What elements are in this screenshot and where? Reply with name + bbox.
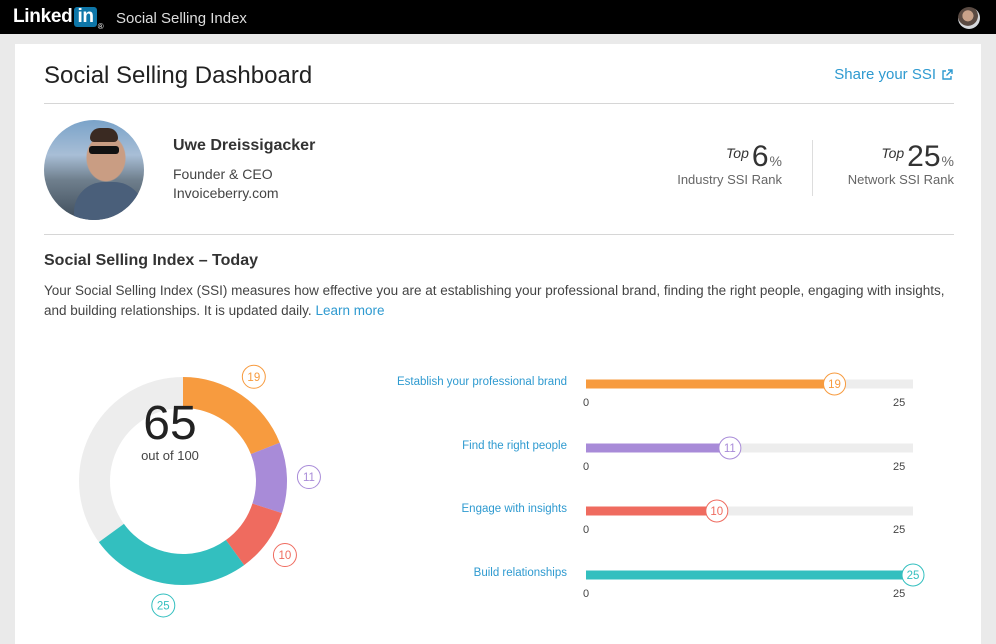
rank-value: 6: [751, 140, 769, 173]
axis-min-label: 0: [583, 588, 590, 600]
profile-name[interactable]: Uwe Dreissigacker: [173, 137, 315, 155]
rank-prefix: Top: [881, 145, 905, 161]
industry-rank: Top 6 % Industry SSI Rank: [677, 140, 782, 187]
bar-category-label[interactable]: Find the right people: [367, 440, 567, 452]
axis-min-label: 0: [583, 524, 590, 536]
description-text: Your Social Selling Index (SSI) measures…: [44, 283, 945, 318]
linkedin-logo[interactable]: Linked in ®: [13, 6, 104, 37]
rank-unit: %: [769, 153, 782, 169]
bar-category-label[interactable]: Establish your professional brand: [367, 376, 567, 388]
top-bar: Linked in ® Social Selling Index: [0, 0, 996, 34]
network-rank: Top 25 % Network SSI Rank: [848, 140, 954, 187]
rank-value: 25: [907, 140, 941, 173]
page-title: Social Selling Dashboard: [44, 62, 313, 89]
share-label: Share your SSI: [834, 66, 936, 83]
divider: [44, 234, 954, 235]
share-ssi-link[interactable]: Share your SSI: [834, 66, 953, 83]
rank-prefix: Top: [726, 145, 749, 161]
profile-company: Invoiceberry.com: [173, 185, 279, 201]
logo-text: Linked: [13, 6, 73, 27]
profile-role: Founder & CEO: [173, 166, 273, 182]
divider: [44, 103, 954, 104]
app-title: Social Selling Index: [116, 10, 247, 27]
score-value: 65: [143, 397, 197, 450]
registered-mark: ®: [97, 22, 104, 31]
rank-divider: [812, 140, 813, 196]
axis-max-label: 25: [893, 397, 906, 409]
section-title: Social Selling Index – Today: [44, 252, 258, 269]
rank-label: Industry SSI Rank: [677, 172, 782, 187]
axis-max-label: 25: [893, 524, 906, 536]
logo-in-badge: in: [74, 7, 97, 27]
ssi-score: 65 out of 100: [120, 397, 220, 464]
axis-max-label: 25: [893, 588, 906, 600]
rank-label: Network SSI Rank: [847, 172, 954, 187]
bar-category-label[interactable]: Build relationships: [367, 567, 567, 579]
axis-min-label: 0: [583, 397, 590, 409]
bar-category-label[interactable]: Engage with insights: [367, 503, 567, 515]
profile-photo: [44, 120, 144, 220]
dashboard-card: Social Selling Dashboard Share your SSI …: [15, 44, 981, 644]
axis-max-label: 25: [893, 461, 906, 473]
external-link-icon: [942, 68, 953, 80]
ssi-description: Your Social Selling Index (SSI) measures…: [44, 281, 954, 320]
learn-more-link[interactable]: Learn more: [315, 303, 384, 318]
rank-unit: %: [941, 153, 954, 169]
score-caption: out of 100: [141, 448, 199, 463]
user-avatar-icon[interactable]: [958, 7, 980, 29]
axis-min-label: 0: [583, 461, 590, 473]
